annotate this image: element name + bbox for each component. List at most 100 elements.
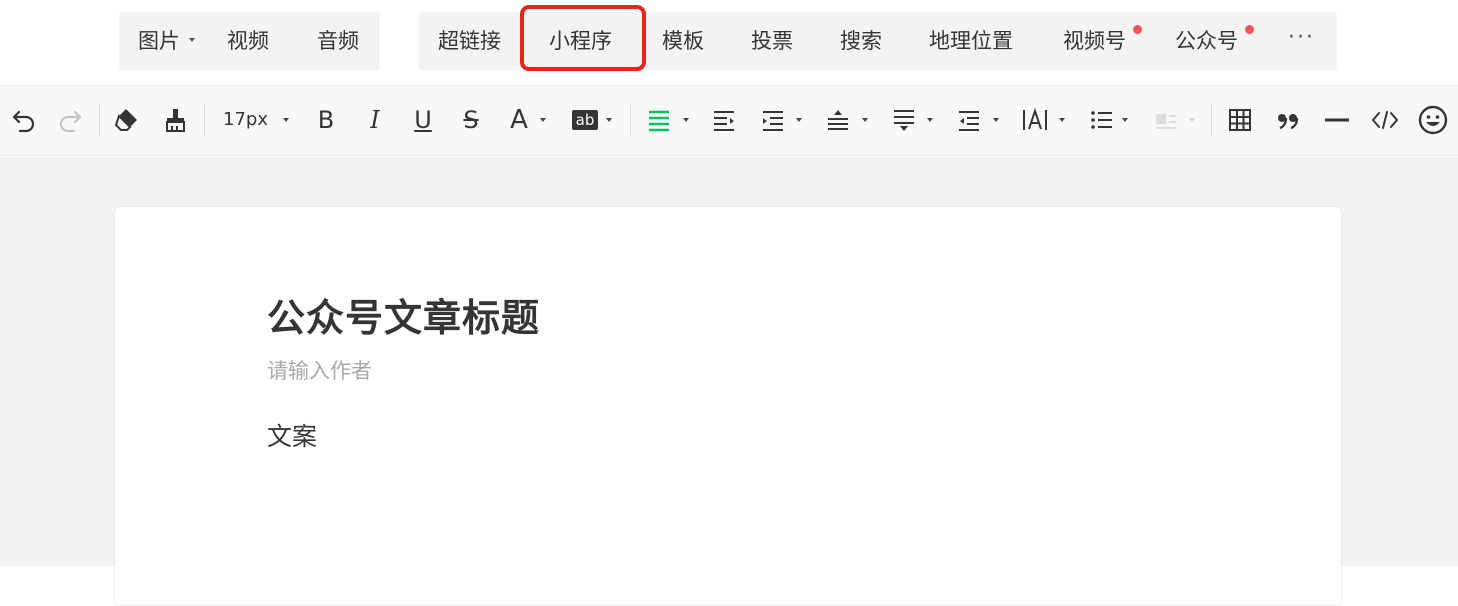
chevron-down-icon[interactable]	[683, 118, 689, 122]
insert-mini-program-label: 小程序	[549, 29, 612, 53]
toolbar-separator	[99, 104, 100, 136]
toolbar-separator	[630, 104, 631, 136]
chevron-down-icon[interactable]	[1122, 118, 1128, 122]
insert-emoji-button[interactable]	[1416, 84, 1450, 156]
format-brush-icon	[166, 109, 185, 132]
chevron-down-icon[interactable]	[606, 118, 612, 122]
table-icon	[1229, 109, 1251, 131]
background-color-button[interactable]: ab	[569, 84, 601, 156]
more-icon[interactable]: ···	[1288, 12, 1315, 70]
new-badge-dot	[1133, 25, 1142, 34]
feature-insert-group: 超链接 小程序 模板 投票 搜索 地理位置 视频号 公众号 ···	[419, 12, 1337, 70]
insert-table-button[interactable]	[1226, 84, 1254, 156]
italic-icon: I	[370, 106, 380, 134]
background-color-icon: ab	[571, 110, 599, 130]
insert-channels-label: 视频号	[1063, 29, 1126, 53]
insert-video-button[interactable]: 视频	[227, 12, 269, 70]
insert-template-button[interactable]: 模板	[662, 12, 704, 70]
chevron-down-icon[interactable]	[540, 118, 546, 122]
indent-first-line-icon	[714, 111, 734, 131]
chevron-down-icon[interactable]	[927, 118, 933, 122]
insert-video-label: 视频	[227, 29, 269, 53]
article-title[interactable]: 公众号文章标题	[267, 287, 540, 342]
italic-button[interactable]: I	[362, 84, 388, 156]
author-input[interactable]: 请输入作者	[267, 355, 372, 385]
font-size-dropdown[interactable]: 17px	[223, 84, 268, 156]
format-eraser-icon	[114, 109, 137, 131]
insert-hyperlink-label: 超链接	[438, 29, 501, 53]
outdent-icon	[959, 111, 979, 131]
font-size-value: 17px	[223, 109, 268, 130]
redo-button[interactable]	[54, 84, 86, 156]
clear-format-button[interactable]	[110, 84, 142, 156]
insert-divider-button[interactable]	[1323, 84, 1351, 156]
bold-icon: B	[317, 106, 335, 134]
letter-spacing-icon	[1023, 107, 1047, 130]
align-icon	[649, 110, 669, 132]
chevron-down-icon[interactable]	[283, 118, 289, 122]
toolbar-separator	[1211, 104, 1212, 136]
underline-button[interactable]: U	[410, 84, 436, 156]
toolbar-separator	[204, 104, 205, 136]
chevron-down-icon[interactable]	[1189, 118, 1195, 122]
article-body[interactable]: 文案	[267, 417, 317, 453]
insert-template-label: 模板	[662, 29, 704, 53]
font-color-button[interactable]: A	[506, 84, 532, 156]
insert-image-button[interactable]: 图片	[138, 12, 180, 70]
insert-hyperlink-button[interactable]: 超链接	[438, 12, 501, 70]
insert-code-button[interactable]	[1369, 84, 1401, 156]
insert-search-button[interactable]: 搜索	[840, 12, 882, 70]
insert-vote-button[interactable]: 投票	[751, 12, 793, 70]
list-icon	[1091, 111, 1112, 129]
line-height-button[interactable]	[824, 84, 852, 156]
insert-location-button[interactable]: 地理位置	[929, 12, 1013, 70]
strikethrough-icon: S	[463, 106, 479, 134]
media-insert-group: 图片 视频 音频	[119, 12, 380, 70]
underline-icon: U	[414, 106, 432, 134]
font-color-icon: A	[510, 105, 528, 135]
strikethrough-button[interactable]: S	[458, 84, 484, 156]
indent-button[interactable]	[759, 84, 787, 156]
insert-audio-label: 音频	[317, 29, 359, 53]
divider-icon	[1325, 118, 1349, 122]
insert-audio-button[interactable]: 音频	[317, 12, 359, 70]
editor-area: 公众号文章标题 请输入作者 文案	[0, 157, 1458, 606]
article-paper[interactable]: 公众号文章标题 请输入作者 文案	[114, 206, 1342, 606]
insert-image-label: 图片	[138, 29, 180, 53]
chevron-down-icon[interactable]	[1059, 118, 1065, 122]
insert-location-label: 地理位置	[929, 29, 1013, 53]
insert-bar: 图片 视频 音频 超链接 小程序 模板 投票 搜索 地理位置 视频号 公众号 ·…	[0, 0, 1458, 84]
paragraph-spacing-button[interactable]	[890, 84, 918, 156]
redo-icon	[59, 110, 82, 133]
first-line-indent-button[interactable]	[710, 84, 738, 156]
insert-search-label: 搜索	[840, 29, 882, 53]
float-button[interactable]	[1152, 84, 1180, 156]
format-painter-button[interactable]	[159, 84, 191, 156]
quote-icon	[1278, 114, 1299, 130]
chevron-down-icon[interactable]	[796, 118, 802, 122]
insert-mini-program-button[interactable]: 小程序	[549, 12, 612, 70]
insert-vote-label: 投票	[751, 29, 793, 53]
format-toolbar: 17px B I U S A ab	[0, 84, 1458, 156]
outdent-button[interactable]	[955, 84, 983, 156]
undo-button[interactable]	[8, 84, 40, 156]
more-label: ···	[1288, 25, 1315, 50]
emoji-icon	[1418, 105, 1448, 135]
undo-icon	[12, 110, 35, 133]
disabled-float-icon	[1156, 114, 1176, 129]
letter-spacing-button[interactable]	[1019, 84, 1051, 156]
insert-channels-button[interactable]: 视频号	[1063, 12, 1126, 70]
chevron-down-icon[interactable]	[993, 118, 999, 122]
indent-icon	[763, 111, 783, 131]
line-height-icon	[828, 110, 848, 130]
chevron-down-icon[interactable]	[189, 38, 195, 42]
new-badge-dot	[1245, 25, 1254, 34]
insert-official-account-label: 公众号	[1175, 29, 1238, 53]
insert-quote-button[interactable]	[1274, 84, 1302, 156]
chevron-down-icon[interactable]	[862, 118, 868, 122]
align-button[interactable]	[645, 84, 673, 156]
list-button[interactable]	[1088, 84, 1116, 156]
insert-official-account-button[interactable]: 公众号	[1175, 12, 1238, 70]
bold-button[interactable]: B	[313, 84, 339, 156]
code-icon	[1372, 111, 1398, 129]
